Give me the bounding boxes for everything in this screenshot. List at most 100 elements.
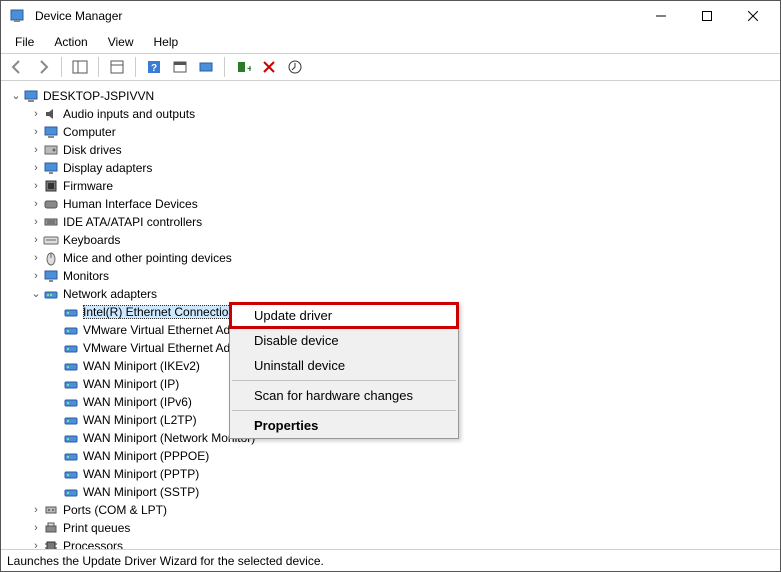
tree-category[interactable]: Network adapters [7, 285, 780, 303]
expander-icon[interactable] [29, 503, 43, 517]
tree-category-label: Mice and other pointing devices [63, 251, 232, 265]
tree-category[interactable]: Monitors [7, 267, 780, 285]
tree-device-label: VMware Virtual Ethernet Ad [83, 341, 230, 355]
tree-category-label: Computer [63, 125, 116, 139]
svg-text:?: ? [151, 63, 157, 74]
update-button[interactable] [283, 55, 307, 79]
tree-device[interactable]: WAN Miniport (SSTP) [7, 483, 780, 501]
tree-category-label: Disk drives [63, 143, 122, 157]
context-menu-item[interactable]: Disable device [230, 328, 458, 353]
toolbar: ? + [1, 53, 780, 81]
context-menu-item[interactable]: Uninstall device [230, 353, 458, 378]
expander-placeholder [49, 341, 63, 355]
monitor-icon [43, 268, 59, 284]
context-menu-item[interactable]: Update driver [230, 303, 458, 328]
nic-icon [63, 304, 79, 320]
toolbar-separator [98, 57, 99, 77]
mouse-icon [43, 250, 59, 266]
tree-category[interactable]: Computer [7, 123, 780, 141]
context-menu-item[interactable]: Scan for hardware changes [230, 383, 458, 408]
expander-placeholder [49, 485, 63, 499]
tree-category-label: Audio inputs and outputs [63, 107, 195, 121]
expander-icon[interactable] [29, 125, 43, 139]
expander-icon[interactable] [29, 161, 43, 175]
tree-category[interactable]: Mice and other pointing devices [7, 249, 780, 267]
window-button[interactable] [168, 55, 192, 79]
context-menu-separator [232, 380, 456, 381]
tree-category[interactable]: Ports (COM & LPT) [7, 501, 780, 519]
tree-category-label: Ports (COM & LPT) [63, 503, 167, 517]
maximize-button[interactable] [684, 1, 730, 31]
expander-icon[interactable] [29, 269, 43, 283]
tree-category[interactable]: Disk drives [7, 141, 780, 159]
expander-placeholder [49, 413, 63, 427]
tree-category[interactable]: Human Interface Devices [7, 195, 780, 213]
add-legacy-button[interactable]: + [231, 55, 255, 79]
tree-category[interactable]: Processors [7, 537, 780, 549]
back-button[interactable] [5, 55, 29, 79]
help-button[interactable]: ? [142, 55, 166, 79]
close-button[interactable] [730, 1, 776, 31]
tree-category[interactable]: Keyboards [7, 231, 780, 249]
nic-icon [63, 448, 79, 464]
tree-category-label: Display adapters [63, 161, 152, 175]
window-title: Device Manager [35, 9, 638, 23]
uninstall-button[interactable] [257, 55, 281, 79]
expander-icon[interactable] [29, 233, 43, 247]
menu-file[interactable]: File [5, 33, 44, 51]
tree-device-label: WAN Miniport (IPv6) [83, 395, 192, 409]
menu-action[interactable]: Action [44, 33, 97, 51]
minimize-button[interactable] [638, 1, 684, 31]
expander-icon[interactable] [29, 521, 43, 535]
tree-device[interactable]: WAN Miniport (PPTP) [7, 465, 780, 483]
tree-root[interactable]: DESKTOP-JSPIVVN [7, 87, 780, 105]
nic-icon [63, 376, 79, 392]
nic-icon [63, 322, 79, 338]
expander-icon[interactable] [29, 215, 43, 229]
tree-category-label: Network adapters [63, 287, 157, 301]
nic-icon [63, 394, 79, 410]
nic-icon [63, 340, 79, 356]
expander-icon[interactable] [29, 539, 43, 549]
scan-hardware-button[interactable] [194, 55, 218, 79]
tree-category[interactable]: Audio inputs and outputs [7, 105, 780, 123]
expander-placeholder [49, 377, 63, 391]
context-menu-item[interactable]: Properties [230, 413, 458, 438]
tree-device-label: VMware Virtual Ethernet Ad [83, 323, 230, 337]
tree-category[interactable]: Display adapters [7, 159, 780, 177]
properties-button[interactable] [105, 55, 129, 79]
statusbar: Launches the Update Driver Wizard for th… [1, 549, 780, 571]
titlebar: Device Manager [1, 1, 780, 31]
menu-help[interactable]: Help [144, 33, 189, 51]
tree-category-label: Human Interface Devices [63, 197, 198, 211]
expander-icon[interactable] [29, 107, 43, 121]
network-icon [43, 286, 59, 302]
show-hide-tree-button[interactable] [68, 55, 92, 79]
tree-device[interactable]: WAN Miniport (PPPOE) [7, 447, 780, 465]
tree-device-label: WAN Miniport (PPPOE) [83, 449, 209, 463]
nic-icon [63, 484, 79, 500]
tree-device-label: WAN Miniport (PPTP) [83, 467, 199, 481]
forward-button[interactable] [31, 55, 55, 79]
expander-placeholder [49, 431, 63, 445]
tree-category-label: Processors [63, 539, 123, 549]
expander-icon[interactable] [9, 89, 23, 103]
display-icon [43, 160, 59, 176]
expander-icon[interactable] [29, 197, 43, 211]
expander-icon[interactable] [29, 179, 43, 193]
expander-icon[interactable] [29, 143, 43, 157]
ide-icon [43, 214, 59, 230]
tree-device-label: WAN Miniport (IP) [83, 377, 179, 391]
expander-icon[interactable] [29, 251, 43, 265]
tree-category[interactable]: Firmware [7, 177, 780, 195]
keyboard-icon [43, 232, 59, 248]
tree-category[interactable]: IDE ATA/ATAPI controllers [7, 213, 780, 231]
menu-view[interactable]: View [98, 33, 144, 51]
tree-category[interactable]: Print queues [7, 519, 780, 537]
tree-category-label: Monitors [63, 269, 109, 283]
expander-icon[interactable] [29, 287, 43, 301]
expander-placeholder [49, 305, 63, 319]
context-menu-separator [232, 410, 456, 411]
tree-category-label: Print queues [63, 521, 130, 535]
toolbar-separator [224, 57, 225, 77]
